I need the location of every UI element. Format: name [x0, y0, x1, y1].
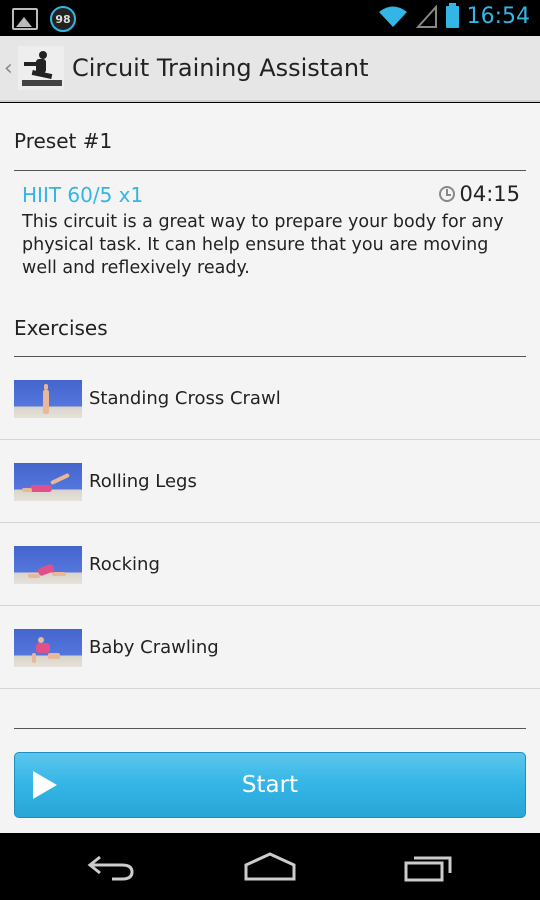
- main-content: Preset #1 HIIT 60/5 x1 04:15 This circui…: [0, 103, 540, 833]
- workout-description: This circuit is a great way to prepare y…: [22, 212, 504, 278]
- list-item[interactable]: Standing Cross Crawl: [0, 358, 540, 440]
- signal-icon: [415, 4, 437, 28]
- gallery-icon: [12, 8, 38, 30]
- chevron-left-icon[interactable]: ‹: [4, 56, 16, 81]
- exercises-heading: Exercises: [14, 316, 108, 340]
- exercise-label: Rolling Legs: [89, 471, 197, 492]
- battery-icon: [445, 2, 459, 28]
- navigation-bar: [0, 833, 540, 900]
- workout-name: HIIT 60/5 x1: [22, 183, 144, 207]
- status-bar-notifications: 98: [12, 6, 76, 32]
- workout-duration: 04:15: [439, 182, 520, 206]
- divider: [14, 356, 526, 357]
- start-button-label: Start: [241, 772, 299, 798]
- exercise-thumbnail: [14, 628, 82, 667]
- app-title: Circuit Training Assistant: [72, 54, 369, 82]
- action-bar: ‹ Circuit Training Assistant: [0, 36, 540, 102]
- clock: 16:54: [466, 4, 530, 29]
- alarm-clock-icon: [439, 186, 456, 202]
- preset-heading: Preset #1: [14, 129, 113, 153]
- duration-text: 04:15: [459, 182, 520, 206]
- exercise-label: Rocking: [89, 554, 160, 575]
- exercise-label: Baby Crawling: [89, 637, 219, 658]
- exercise-label: Standing Cross Crawl: [89, 388, 281, 409]
- divider: [14, 170, 526, 171]
- exercise-thumbnail: [14, 462, 82, 501]
- list-item[interactable]: Rolling Legs: [0, 441, 540, 523]
- divider: [14, 728, 526, 729]
- back-icon[interactable]: [82, 851, 142, 883]
- home-icon[interactable]: [240, 851, 300, 883]
- status-bar-system: 16:54: [378, 2, 530, 29]
- list-item[interactable]: Baby Crawling: [0, 607, 540, 689]
- play-icon: [33, 771, 57, 799]
- wifi-icon: [378, 6, 407, 27]
- exercise-thumbnail: [14, 545, 82, 584]
- start-button[interactable]: Start: [14, 752, 526, 818]
- notification-badge-icon: 98: [50, 6, 76, 32]
- exercise-thumbnail: [14, 379, 82, 418]
- status-bar: 98 16:54: [0, 0, 540, 36]
- recent-apps-icon[interactable]: [398, 851, 458, 883]
- app-logo-icon[interactable]: [18, 46, 64, 90]
- list-item[interactable]: Rocking: [0, 524, 540, 606]
